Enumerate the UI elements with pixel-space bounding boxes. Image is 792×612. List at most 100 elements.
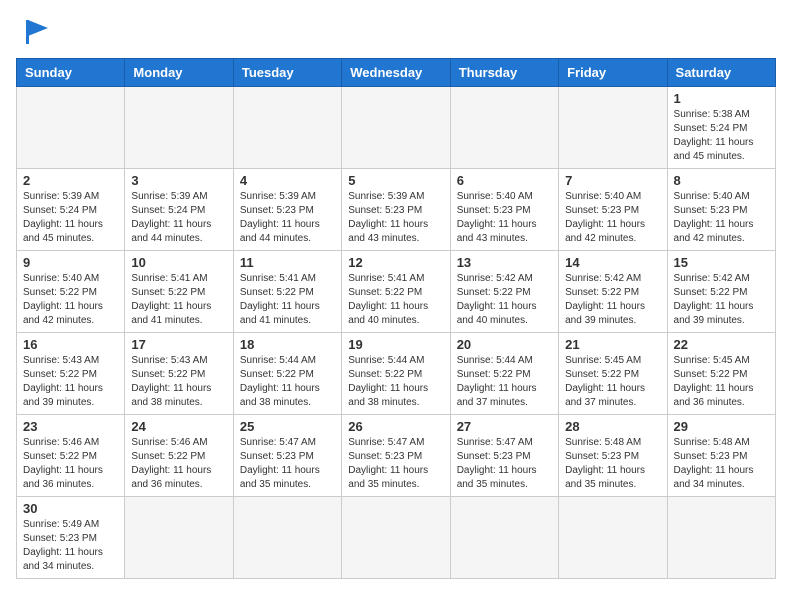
day-number: 26 — [348, 419, 443, 434]
calendar-cell: 28 Sunrise: 5:48 AMSunset: 5:23 PMDayligh… — [559, 415, 667, 497]
header-wednesday: Wednesday — [342, 59, 450, 87]
cell-info: Sunrise: 5:40 AMSunset: 5:23 PMDaylight:… — [457, 190, 552, 246]
day-number: 20 — [457, 337, 552, 352]
cell-info: Sunrise: 5:49 AMSunset: 5:23 PMDaylight:… — [23, 518, 118, 574]
day-number: 19 — [348, 337, 443, 352]
calendar-cell — [559, 87, 667, 169]
day-number: 2 — [23, 173, 118, 188]
cell-info: Sunrise: 5:39 AMSunset: 5:23 PMDaylight:… — [348, 190, 443, 246]
calendar-cell — [450, 87, 558, 169]
cell-info: Sunrise: 5:40 AMSunset: 5:23 PMDaylight:… — [565, 190, 660, 246]
cell-info: Sunrise: 5:48 AMSunset: 5:23 PMDaylight:… — [674, 436, 769, 492]
day-number: 24 — [131, 419, 226, 434]
calendar-cell: 20 Sunrise: 5:44 AMSunset: 5:22 PMDayligh… — [450, 333, 558, 415]
day-number: 16 — [23, 337, 118, 352]
cell-info: Sunrise: 5:39 AMSunset: 5:24 PMDaylight:… — [23, 190, 118, 246]
calendar-week-row: 16 Sunrise: 5:43 AMSunset: 5:22 PMDayligh… — [17, 333, 776, 415]
cell-info: Sunrise: 5:44 AMSunset: 5:22 PMDaylight:… — [240, 354, 335, 410]
calendar-cell: 4 Sunrise: 5:39 AMSunset: 5:23 PMDaylight… — [233, 169, 341, 251]
calendar-cell: 18 Sunrise: 5:44 AMSunset: 5:22 PMDayligh… — [233, 333, 341, 415]
cell-info: Sunrise: 5:39 AMSunset: 5:24 PMDaylight:… — [131, 190, 226, 246]
calendar-cell — [125, 497, 233, 579]
calendar-cell: 14Sunrise: 5:42 AMSunset: 5:22 PMDayligh… — [559, 251, 667, 333]
cell-info: Sunrise: 5:41 AMSunset: 5:22 PMDaylight:… — [131, 272, 226, 328]
cell-info: Sunrise: 5:44 AMSunset: 5:22 PMDaylight:… — [457, 354, 552, 410]
calendar-week-row: 9 Sunrise: 5:40 AMSunset: 5:22 PMDaylight… — [17, 251, 776, 333]
calendar-cell — [342, 497, 450, 579]
calendar-cell: 22 Sunrise: 5:45 AMSunset: 5:22 PMDayligh… — [667, 333, 775, 415]
calendar-cell: 3 Sunrise: 5:39 AMSunset: 5:24 PMDaylight… — [125, 169, 233, 251]
calendar-cell: 25Sunrise: 5:47 AMSunset: 5:23 PMDayligh… — [233, 415, 341, 497]
calendar-cell: 8Sunrise: 5:40 AMSunset: 5:23 PMDaylight… — [667, 169, 775, 251]
day-number: 12 — [348, 255, 443, 270]
calendar-cell: 9 Sunrise: 5:40 AMSunset: 5:22 PMDaylight… — [17, 251, 125, 333]
day-number: 7 — [565, 173, 660, 188]
calendar-cell — [233, 497, 341, 579]
calendar-cell: 17Sunrise: 5:43 AMSunset: 5:22 PMDayligh… — [125, 333, 233, 415]
calendar-cell — [667, 497, 775, 579]
day-number: 13 — [457, 255, 552, 270]
calendar-week-row: 2 Sunrise: 5:39 AMSunset: 5:24 PMDaylight… — [17, 169, 776, 251]
calendar-cell: 30 Sunrise: 5:49 AMSunset: 5:23 PMDayligh… — [17, 497, 125, 579]
calendar-cell — [450, 497, 558, 579]
day-number: 10 — [131, 255, 226, 270]
day-number: 27 — [457, 419, 552, 434]
cell-info: Sunrise: 5:40 AMSunset: 5:22 PMDaylight:… — [23, 272, 118, 328]
header-friday: Friday — [559, 59, 667, 87]
cell-info: Sunrise: 5:42 AMSunset: 5:22 PMDaylight:… — [457, 272, 552, 328]
header-tuesday: Tuesday — [233, 59, 341, 87]
calendar-cell: 23 Sunrise: 5:46 AMSunset: 5:22 PMDayligh… — [17, 415, 125, 497]
day-number: 1 — [674, 91, 769, 106]
day-number: 5 — [348, 173, 443, 188]
day-number: 22 — [674, 337, 769, 352]
calendar-cell: 27Sunrise: 5:47 AMSunset: 5:23 PMDayligh… — [450, 415, 558, 497]
day-number: 28 — [565, 419, 660, 434]
calendar-cell: 26 Sunrise: 5:47 AMSunset: 5:23 PMDayligh… — [342, 415, 450, 497]
cell-info: Sunrise: 5:41 AMSunset: 5:22 PMDaylight:… — [348, 272, 443, 328]
calendar-cell: 24 Sunrise: 5:46 AMSunset: 5:22 PMDayligh… — [125, 415, 233, 497]
cell-info: Sunrise: 5:47 AMSunset: 5:23 PMDaylight:… — [240, 436, 335, 492]
cell-info: Sunrise: 5:39 AMSunset: 5:23 PMDaylight:… — [240, 190, 335, 246]
calendar-cell: 7 Sunrise: 5:40 AMSunset: 5:23 PMDaylight… — [559, 169, 667, 251]
day-number: 9 — [23, 255, 118, 270]
day-number: 17 — [131, 337, 226, 352]
calendar-cell: 1Sunrise: 5:38 AMSunset: 5:24 PMDaylight… — [667, 87, 775, 169]
day-number: 4 — [240, 173, 335, 188]
calendar-week-row: 1Sunrise: 5:38 AMSunset: 5:24 PMDaylight… — [17, 87, 776, 169]
calendar-table: SundayMondayTuesdayWednesdayThursdayFrid… — [16, 58, 776, 579]
day-number: 15 — [674, 255, 769, 270]
cell-info: Sunrise: 5:47 AMSunset: 5:23 PMDaylight:… — [348, 436, 443, 492]
header-thursday: Thursday — [450, 59, 558, 87]
day-number: 3 — [131, 173, 226, 188]
calendar-week-row: 30 Sunrise: 5:49 AMSunset: 5:23 PMDayligh… — [17, 497, 776, 579]
cell-info: Sunrise: 5:48 AMSunset: 5:23 PMDaylight:… — [565, 436, 660, 492]
cell-info: Sunrise: 5:43 AMSunset: 5:22 PMDaylight:… — [23, 354, 118, 410]
cell-info: Sunrise: 5:46 AMSunset: 5:22 PMDaylight:… — [131, 436, 226, 492]
day-number: 21 — [565, 337, 660, 352]
calendar-cell: 6Sunrise: 5:40 AMSunset: 5:23 PMDaylight… — [450, 169, 558, 251]
calendar-cell: 13 Sunrise: 5:42 AMSunset: 5:22 PMDayligh… — [450, 251, 558, 333]
cell-info: Sunrise: 5:45 AMSunset: 5:22 PMDaylight:… — [565, 354, 660, 410]
calendar-cell: 15Sunrise: 5:42 AMSunset: 5:22 PMDayligh… — [667, 251, 775, 333]
calendar-cell: 19Sunrise: 5:44 AMSunset: 5:22 PMDayligh… — [342, 333, 450, 415]
cell-info: Sunrise: 5:45 AMSunset: 5:22 PMDaylight:… — [674, 354, 769, 410]
calendar-cell: 2 Sunrise: 5:39 AMSunset: 5:24 PMDaylight… — [17, 169, 125, 251]
day-number: 30 — [23, 501, 118, 516]
header-monday: Monday — [125, 59, 233, 87]
calendar-cell — [125, 87, 233, 169]
logo — [16, 16, 52, 48]
cell-info: Sunrise: 5:46 AMSunset: 5:22 PMDaylight:… — [23, 436, 118, 492]
calendar-cell: 21 Sunrise: 5:45 AMSunset: 5:22 PMDayligh… — [559, 333, 667, 415]
calendar-week-row: 23 Sunrise: 5:46 AMSunset: 5:22 PMDayligh… — [17, 415, 776, 497]
day-number: 8 — [674, 173, 769, 188]
calendar-cell: 10 Sunrise: 5:41 AMSunset: 5:22 PMDayligh… — [125, 251, 233, 333]
calendar-cell — [17, 87, 125, 169]
calendar-cell: 29Sunrise: 5:48 AMSunset: 5:23 PMDayligh… — [667, 415, 775, 497]
calendar-cell — [342, 87, 450, 169]
cell-info: Sunrise: 5:42 AMSunset: 5:22 PMDaylight:… — [565, 272, 660, 328]
logo-icon — [20, 16, 52, 48]
day-number: 18 — [240, 337, 335, 352]
calendar-header-row: SundayMondayTuesdayWednesdayThursdayFrid… — [17, 59, 776, 87]
header-saturday: Saturday — [667, 59, 775, 87]
day-number: 23 — [23, 419, 118, 434]
